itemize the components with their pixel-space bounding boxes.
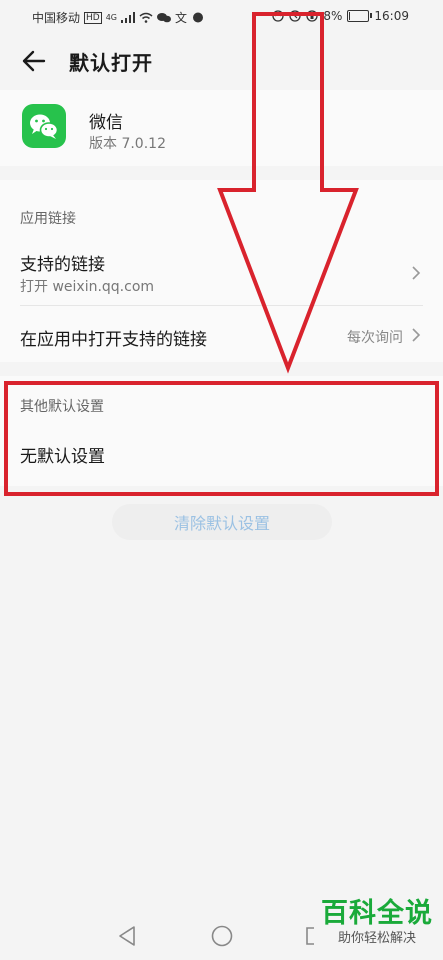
- watermark: 百科全说 助你轻松解决: [318, 898, 436, 948]
- annotation-highlight-box: [4, 381, 439, 496]
- annotation-arrow: [217, 12, 359, 374]
- nav-back-icon[interactable]: [117, 924, 137, 948]
- nav-recent-apps-icon[interactable]: [304, 926, 318, 946]
- watermark-title: 百科全说: [321, 898, 433, 929]
- nav-home-icon[interactable]: [210, 924, 234, 948]
- annotation-overlay: [4, 12, 439, 496]
- watermark-subtitle: 助你轻松解决: [337, 931, 416, 946]
